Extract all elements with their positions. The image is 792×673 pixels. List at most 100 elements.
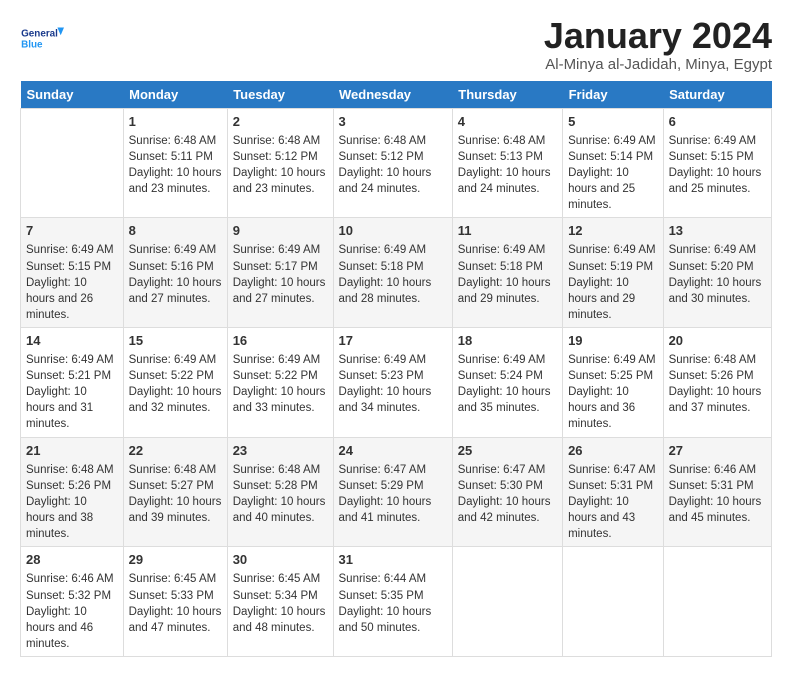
daylight: Daylight: 10 hours and 39 minutes. (129, 496, 222, 524)
day-number: 17 (339, 332, 447, 350)
day-number: 11 (458, 222, 557, 240)
calendar-cell: 5Sunrise: 6:49 AMSunset: 5:14 PMDaylight… (563, 108, 664, 218)
daylight: Daylight: 10 hours and 50 minutes. (339, 606, 432, 634)
calendar-cell: 16Sunrise: 6:49 AMSunset: 5:22 PMDayligh… (227, 327, 333, 437)
daylight: Daylight: 10 hours and 27 minutes. (233, 277, 326, 305)
daylight: Daylight: 10 hours and 38 minutes. (26, 496, 93, 540)
daylight: Daylight: 10 hours and 27 minutes. (129, 277, 222, 305)
calendar-week-row: 14 Sunrise: 6:49 AM Sunset: 5:21 PM Dayligh… (21, 327, 772, 437)
sunrise: Sunrise: 6:49 AM (339, 244, 427, 256)
title-block: January 2024 Al-Minya al-Jadidah, Minya,… (544, 16, 772, 73)
daylight: Daylight: 10 hours and 25 minutes. (669, 167, 762, 195)
sunset: Sunset: 5:12 PM (233, 151, 318, 163)
calendar-cell: 18Sunrise: 6:49 AMSunset: 5:24 PMDayligh… (452, 327, 562, 437)
sunset: Sunset: 5:25 PM (568, 370, 653, 382)
sunset: Sunset: 5:31 PM (568, 480, 653, 492)
day-number: 8 (129, 222, 222, 240)
daylight: Daylight: 10 hours and 42 minutes. (458, 496, 551, 524)
calendar-cell: 20Sunrise: 6:48 AMSunset: 5:26 PMDayligh… (663, 327, 771, 437)
calendar-header-row: SundayMondayTuesdayWednesdayThursdayFrid… (21, 81, 772, 109)
day-number: 22 (129, 442, 222, 460)
sunrise: Sunrise: 6:44 AM (339, 573, 427, 585)
day-number: 1 (129, 113, 222, 131)
daylight: Daylight: 10 hours and 33 minutes. (233, 386, 326, 414)
sunrise: Sunrise: 6:49 AM (129, 244, 217, 256)
calendar-cell: 19Sunrise: 6:49 AMSunset: 5:25 PMDayligh… (563, 327, 664, 437)
sunrise: Sunrise: 6:49 AM (568, 244, 656, 256)
day-number: 5 (568, 113, 658, 131)
calendar-cell (452, 547, 562, 657)
sunrise: Sunrise: 6:48 AM (26, 464, 114, 476)
logo-svg: General Blue (20, 16, 64, 60)
month-title: January 2024 (544, 16, 772, 56)
calendar-day-header: Saturday (663, 81, 771, 109)
sunset: Sunset: 5:33 PM (129, 590, 214, 602)
sunset: Sunset: 5:29 PM (339, 480, 424, 492)
sunrise: Sunrise: 6:49 AM (233, 244, 321, 256)
calendar-cell: 10 Sunrise: 6:49 AM Sunset: 5:18 PM Dayligh… (333, 218, 452, 328)
page-header: General Blue January 2024 Al-Minya al-Ja… (20, 16, 772, 73)
sunset: Sunset: 5:22 PM (129, 370, 214, 382)
calendar-cell (663, 547, 771, 657)
calendar-week-row: 21Sunrise: 6:48 AMSunset: 5:26 PMDayligh… (21, 437, 772, 547)
day-number: 6 (669, 113, 766, 131)
sunrise: Sunrise: 6:48 AM (129, 135, 217, 147)
calendar-cell: 31Sunrise: 6:44 AMSunset: 5:35 PMDayligh… (333, 547, 452, 657)
sunrise: Sunrise: 6:49 AM (26, 354, 114, 366)
sunrise: Sunrise: 6:49 AM (129, 354, 217, 366)
sunrise: Sunrise: 6:49 AM (568, 354, 656, 366)
day-number: 25 (458, 442, 557, 460)
sunrise: Sunrise: 6:47 AM (568, 464, 656, 476)
sunrise: Sunrise: 6:48 AM (458, 135, 546, 147)
sunset: Sunset: 5:21 PM (26, 370, 111, 382)
day-number: 19 (568, 332, 658, 350)
calendar-cell: 28Sunrise: 6:46 AMSunset: 5:32 PMDayligh… (21, 547, 124, 657)
day-number: 28 (26, 551, 118, 569)
svg-text:Blue: Blue (21, 39, 43, 50)
sunrise: Sunrise: 6:49 AM (458, 244, 546, 256)
sunset: Sunset: 5:15 PM (669, 151, 754, 163)
calendar-day-header: Friday (563, 81, 664, 109)
calendar-cell: 24Sunrise: 6:47 AMSunset: 5:29 PMDayligh… (333, 437, 452, 547)
day-number: 21 (26, 442, 118, 460)
calendar-day-header: Sunday (21, 81, 124, 109)
daylight: Daylight: 10 hours and 29 minutes. (458, 277, 551, 305)
sunset: Sunset: 5:18 PM (339, 261, 424, 273)
daylight: Daylight: 10 hours and 25 minutes. (568, 167, 635, 211)
calendar-week-row: 28Sunrise: 6:46 AMSunset: 5:32 PMDayligh… (21, 547, 772, 657)
daylight: Daylight: 10 hours and 40 minutes. (233, 496, 326, 524)
daylight: Daylight: 10 hours and 29 minutes. (568, 277, 635, 321)
calendar-day-header: Tuesday (227, 81, 333, 109)
calendar-cell: 13Sunrise: 6:49 AMSunset: 5:20 PMDayligh… (663, 218, 771, 328)
sunrise: Sunrise: 6:48 AM (233, 464, 321, 476)
calendar-cell: 1Sunrise: 6:48 AMSunset: 5:11 PMDaylight… (123, 108, 227, 218)
day-number: 2 (233, 113, 328, 131)
location: Al-Minya al-Jadidah, Minya, Egypt (544, 56, 772, 73)
sunset: Sunset: 5:14 PM (568, 151, 653, 163)
sunset: Sunset: 5:23 PM (339, 370, 424, 382)
calendar-cell: 3Sunrise: 6:48 AMSunset: 5:12 PMDaylight… (333, 108, 452, 218)
day-number: 26 (568, 442, 658, 460)
calendar-cell: 23Sunrise: 6:48 AMSunset: 5:28 PMDayligh… (227, 437, 333, 547)
day-number: 7 (26, 222, 118, 240)
daylight: Daylight: 10 hours and 31 minutes. (26, 386, 93, 430)
daylight: Daylight: 10 hours and 46 minutes. (26, 606, 93, 650)
sunrise: Sunrise: 6:48 AM (129, 464, 217, 476)
calendar-cell: 9Sunrise: 6:49 AMSunset: 5:17 PMDaylight… (227, 218, 333, 328)
sunrise: Sunrise: 6:49 AM (669, 135, 757, 147)
day-number: 14 (26, 332, 118, 350)
calendar-cell: 12Sunrise: 6:49 AMSunset: 5:19 PMDayligh… (563, 218, 664, 328)
sunrise: Sunrise: 6:48 AM (669, 354, 757, 366)
sunrise: Sunrise: 6:47 AM (458, 464, 546, 476)
calendar-cell: 8Sunrise: 6:49 AMSunset: 5:16 PMDaylight… (123, 218, 227, 328)
sunset: Sunset: 5:28 PM (233, 480, 318, 492)
daylight: Daylight: 10 hours and 35 minutes. (458, 386, 551, 414)
sunset: Sunset: 5:31 PM (669, 480, 754, 492)
daylight: Daylight: 10 hours and 28 minutes. (339, 277, 432, 305)
sunrise: Sunrise: 6:45 AM (129, 573, 217, 585)
daylight: Daylight: 10 hours and 32 minutes. (129, 386, 222, 414)
day-number: 10 (339, 222, 447, 240)
daylight: Daylight: 10 hours and 24 minutes. (458, 167, 551, 195)
calendar-cell: 17Sunrise: 6:49 AMSunset: 5:23 PMDayligh… (333, 327, 452, 437)
calendar-cell: 15Sunrise: 6:49 AMSunset: 5:22 PMDayligh… (123, 327, 227, 437)
